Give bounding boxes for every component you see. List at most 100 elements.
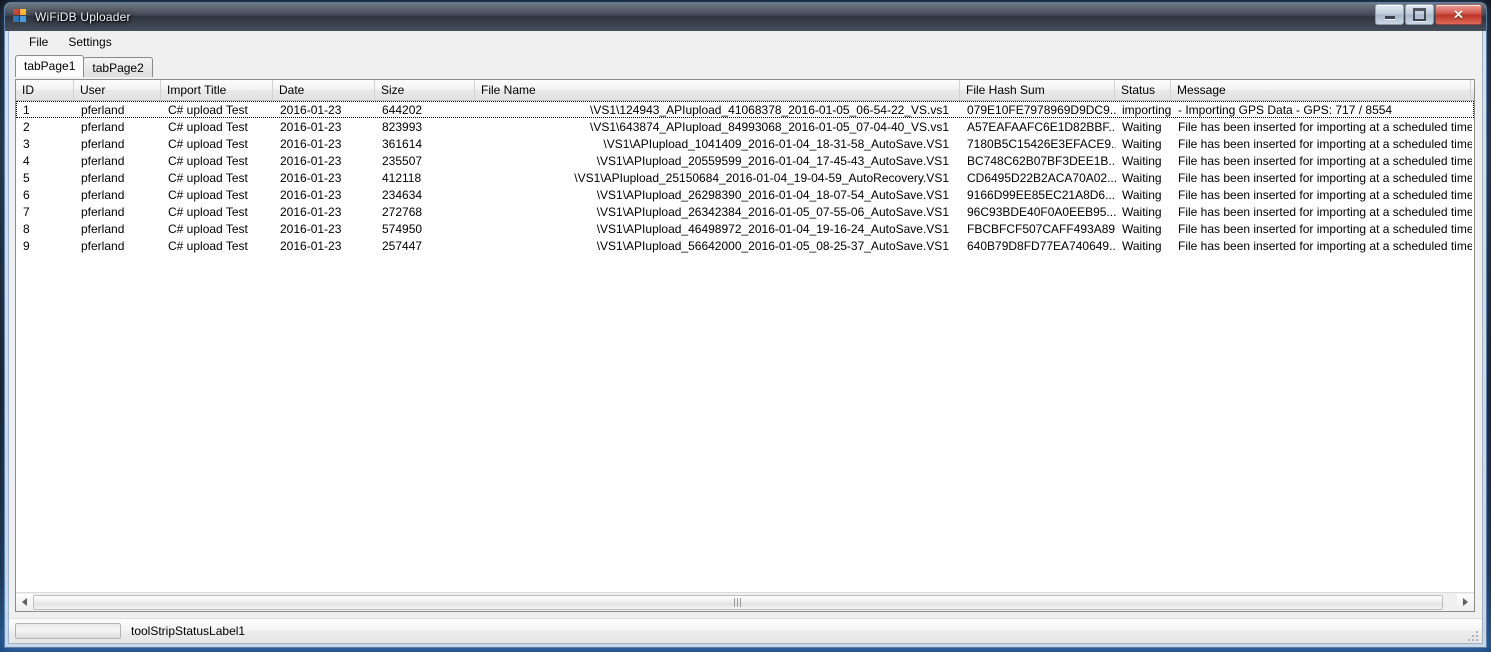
cell-file[interactable]: \VS1\APIupload_25150684_2016-01-04_19-04… xyxy=(476,170,961,185)
app-icon[interactable] xyxy=(13,9,29,25)
tab-tabpage1[interactable]: tabPage1 xyxy=(15,55,85,77)
cell-file[interactable]: \VS1\APIupload_46498972_2016-01-04_19-16… xyxy=(476,221,961,236)
cell-user[interactable]: pferland xyxy=(75,153,162,168)
scrollbar-thumb[interactable] xyxy=(33,594,1443,610)
cell-title[interactable]: C# upload Test xyxy=(162,221,274,236)
cell-date[interactable]: 2016-01-23 xyxy=(274,102,376,117)
scroll-right-button[interactable] xyxy=(1457,593,1474,611)
grid-horizontal-scrollbar[interactable] xyxy=(16,592,1474,611)
table-row[interactable]: 9 pferland C# upload Test 2016-01-23 257447 \… xyxy=(16,237,1474,254)
cell-status[interactable]: Waiting xyxy=(1116,119,1172,134)
table-row[interactable]: 2 pferland C# upload Test 2016-01-23 823993 \… xyxy=(16,118,1474,135)
cell-title[interactable]: C# upload Test xyxy=(162,187,274,202)
cell-file[interactable]: \VS1\APIupload_1041409_2016-01-04_18-31-… xyxy=(476,136,961,151)
cell-id[interactable]: 1 xyxy=(17,102,75,117)
menu-item-file[interactable]: File xyxy=(19,32,58,52)
cell-status[interactable]: Waiting xyxy=(1116,136,1172,151)
cell-size[interactable]: 235507 xyxy=(376,153,476,168)
cell-id[interactable]: 5 xyxy=(17,170,75,185)
grid-column-header-user[interactable]: User xyxy=(74,80,161,100)
cell-date[interactable]: 2016-01-23 xyxy=(274,221,376,236)
grid-column-header-status[interactable]: Status xyxy=(1115,80,1171,100)
cell-message[interactable]: File has been inserted for importing at … xyxy=(1172,153,1472,168)
cell-user[interactable]: pferland xyxy=(75,170,162,185)
cell-id[interactable]: 9 xyxy=(17,238,75,253)
cell-user[interactable]: pferland xyxy=(75,238,162,253)
cell-size[interactable]: 644202 xyxy=(376,102,476,117)
tab-tabpage2[interactable]: tabPage2 xyxy=(83,57,153,77)
cell-size[interactable]: 574950 xyxy=(376,221,476,236)
cell-id[interactable]: 3 xyxy=(17,136,75,151)
cell-user[interactable]: pferland xyxy=(75,136,162,151)
cell-size[interactable]: 272768 xyxy=(376,204,476,219)
cell-status[interactable]: Waiting xyxy=(1116,238,1172,253)
table-row[interactable]: 4 pferland C# upload Test 2016-01-23 235507 \… xyxy=(16,152,1474,169)
cell-message[interactable]: - Importing GPS Data - GPS: 717 / 8554 xyxy=(1172,102,1472,117)
cell-hash[interactable]: 079E10FE7978969D9DC9... xyxy=(961,102,1116,117)
cell-title[interactable]: C# upload Test xyxy=(162,170,274,185)
cell-file[interactable]: \VS1\APIupload_20559599_2016-01-04_17-45… xyxy=(476,153,961,168)
minimize-button[interactable] xyxy=(1375,4,1404,25)
cell-id[interactable]: 4 xyxy=(17,153,75,168)
cell-file[interactable]: \VS1\643874_APIupload_84993068_2016-01-0… xyxy=(476,119,961,134)
cell-status[interactable]: Waiting xyxy=(1116,187,1172,202)
table-row[interactable]: 5 pferland C# upload Test 2016-01-23 412118 \… xyxy=(16,169,1474,186)
grid-column-header-date[interactable]: Date xyxy=(273,80,375,100)
close-button[interactable]: ✕ xyxy=(1435,4,1482,25)
grid-column-header-message[interactable]: Message xyxy=(1171,80,1471,100)
title-bar[interactable]: WiFiDB Uploader ✕ xyxy=(5,3,1486,31)
cell-size[interactable]: 823993 xyxy=(376,119,476,134)
cell-hash[interactable]: 7180B5C15426E3EFACE9... xyxy=(961,136,1116,151)
menu-item-settings[interactable]: Settings xyxy=(58,32,121,52)
cell-user[interactable]: pferland xyxy=(75,187,162,202)
cell-hash[interactable]: 640B79D8FD77EA740649... xyxy=(961,238,1116,253)
cell-message[interactable]: File has been inserted for importing at … xyxy=(1172,221,1472,236)
cell-message[interactable]: File has been inserted for importing at … xyxy=(1172,136,1472,151)
cell-message[interactable]: File has been inserted for importing at … xyxy=(1172,238,1472,253)
cell-message[interactable]: File has been inserted for importing at … xyxy=(1172,119,1472,134)
cell-user[interactable]: pferland xyxy=(75,102,162,117)
table-row[interactable]: 7 pferland C# upload Test 2016-01-23 272768 \… xyxy=(16,203,1474,220)
cell-hash[interactable]: A57EAFAAFC6E1D82BBF... xyxy=(961,119,1116,134)
cell-date[interactable]: 2016-01-23 xyxy=(274,119,376,134)
resize-grip[interactable] xyxy=(1468,629,1480,641)
cell-date[interactable]: 2016-01-23 xyxy=(274,238,376,253)
grid-column-header-size[interactable]: Size xyxy=(375,80,475,100)
cell-title[interactable]: C# upload Test xyxy=(162,102,274,117)
cell-hash[interactable]: 96C93BDE40F0A0EEB95... xyxy=(961,204,1116,219)
cell-message[interactable]: File has been inserted for importing at … xyxy=(1172,170,1472,185)
cell-file[interactable]: \VS1\124943_APIupload_41068378_2016-01-0… xyxy=(476,102,961,117)
cell-title[interactable]: C# upload Test xyxy=(162,204,274,219)
cell-message[interactable]: File has been inserted for importing at … xyxy=(1172,187,1472,202)
cell-hash[interactable]: FBCBFCF507CAFF493A89... xyxy=(961,221,1116,236)
cell-id[interactable]: 8 xyxy=(17,221,75,236)
cell-date[interactable]: 2016-01-23 xyxy=(274,187,376,202)
cell-date[interactable]: 2016-01-23 xyxy=(274,204,376,219)
grid-column-header-hash[interactable]: File Hash Sum xyxy=(960,80,1115,100)
cell-hash[interactable]: BC748C62B07BF3DEE1B... xyxy=(961,153,1116,168)
grid-column-header-id[interactable]: ID xyxy=(16,80,74,100)
cell-file[interactable]: \VS1\APIupload_26298390_2016-01-04_18-07… xyxy=(476,187,961,202)
scroll-left-button[interactable] xyxy=(16,593,33,611)
table-row[interactable]: 6 pferland C# upload Test 2016-01-23 234634 \… xyxy=(16,186,1474,203)
cell-date[interactable]: 2016-01-23 xyxy=(274,170,376,185)
cell-user[interactable]: pferland xyxy=(75,204,162,219)
cell-user[interactable]: pferland xyxy=(75,221,162,236)
cell-hash[interactable]: 9166D99EE85EC21A8D6... xyxy=(961,187,1116,202)
cell-status[interactable]: Waiting xyxy=(1116,170,1172,185)
table-row[interactable]: 1 pferland C# upload Test 2016-01-23 644202 \… xyxy=(16,101,1474,118)
data-grid[interactable]: ID User Import Title Date Size File Name File … xyxy=(16,80,1474,611)
cell-title[interactable]: C# upload Test xyxy=(162,119,274,134)
cell-id[interactable]: 7 xyxy=(17,204,75,219)
scrollbar-track[interactable] xyxy=(33,593,1457,611)
maximize-button[interactable] xyxy=(1405,4,1434,25)
cell-size[interactable]: 361614 xyxy=(376,136,476,151)
cell-size[interactable]: 412118 xyxy=(376,170,476,185)
cell-size[interactable]: 234634 xyxy=(376,187,476,202)
cell-size[interactable]: 257447 xyxy=(376,238,476,253)
cell-status[interactable]: Waiting xyxy=(1116,153,1172,168)
table-row[interactable]: 3 pferland C# upload Test 2016-01-23 361614 \… xyxy=(16,135,1474,152)
cell-id[interactable]: 2 xyxy=(17,119,75,134)
cell-date[interactable]: 2016-01-23 xyxy=(274,153,376,168)
grid-column-header-file[interactable]: File Name xyxy=(475,80,960,100)
